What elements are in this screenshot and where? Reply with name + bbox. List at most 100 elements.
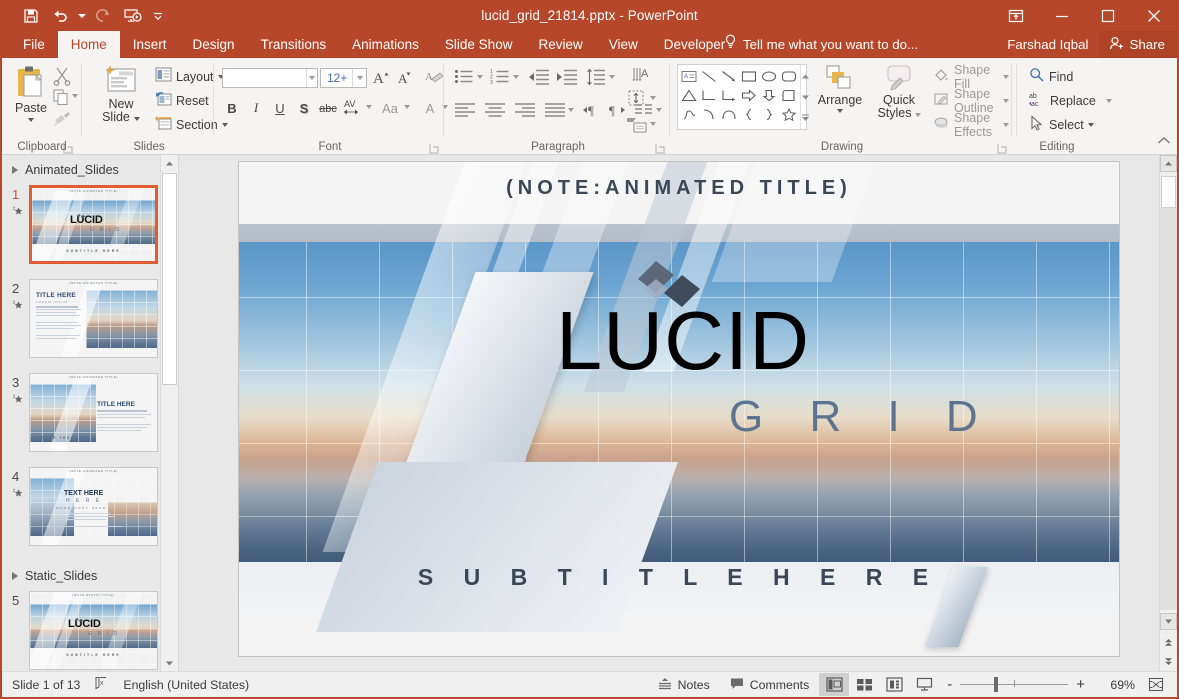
slide-vertical-scrollbar[interactable] <box>1159 155 1177 672</box>
font-name-input[interactable] <box>222 68 318 88</box>
shape-textbox-icon[interactable]: A <box>679 67 699 86</box>
strikethrough-button[interactable]: abc <box>316 99 340 119</box>
rtl-text-direction-button[interactable]: ¶ <box>608 102 628 123</box>
shape-arc-icon[interactable] <box>699 105 719 124</box>
shapes-gallery-scrollbar[interactable] <box>800 65 810 129</box>
italic-button[interactable]: I <box>246 98 266 118</box>
zoom-slider-handle[interactable] <box>994 677 999 692</box>
slide-thumbnail[interactable]: (NOTE:ANIMATED TITLE) TITLE HERE LOREM I… <box>29 279 158 358</box>
paste-button[interactable]: Paste <box>8 64 54 122</box>
arrange-button[interactable]: Arrange <box>812 64 868 113</box>
slide-thumbnail[interactable]: (NOTE:ANIMATED TITLE) LUCID G R I D SUBT… <box>29 185 158 264</box>
slide-canvas[interactable]: (NOTE:ANIMATED TITLE) LUCID G R I D S U … <box>238 161 1120 657</box>
justify-button[interactable] <box>544 102 566 123</box>
section-header-static[interactable]: Static_Slides <box>2 555 178 587</box>
shape-arrow-icon[interactable] <box>719 67 739 86</box>
bullets-dropdown-icon[interactable] <box>477 75 483 79</box>
gallery-scroll-up-icon[interactable] <box>801 67 810 85</box>
shape-scribble-icon[interactable] <box>679 105 699 124</box>
shape-fill-dropdown-icon[interactable] <box>1003 75 1009 79</box>
align-text-button[interactable] <box>626 88 648 113</box>
slide-note-title[interactable]: (NOTE:ANIMATED TITLE) <box>239 177 1119 200</box>
slide-thumbnail[interactable]: (NOTE:STATIC TITLE) LUCID G R I D SUBTIT… <box>29 591 158 670</box>
convert-to-smartart-dropdown-icon[interactable] <box>650 122 656 126</box>
numbering-dropdown-icon[interactable] <box>513 75 519 79</box>
shape-right-brace-icon[interactable] <box>759 105 779 124</box>
tab-insert[interactable]: Insert <box>120 31 180 58</box>
numbering-button[interactable]: 123 <box>490 68 510 91</box>
shape-outline-button[interactable]: Shape Outline <box>930 87 1012 115</box>
font-name-dropdown-icon[interactable] <box>306 69 317 87</box>
section-collapse-icon[interactable] <box>12 166 18 174</box>
tab-animations[interactable]: Animations <box>339 31 432 58</box>
thumbnail-scrollbar-thumb[interactable] <box>162 173 177 385</box>
align-right-button[interactable] <box>514 102 536 123</box>
brand-title[interactable]: LUCID <box>556 299 810 382</box>
tab-home[interactable]: Home <box>57 31 120 58</box>
align-text-dropdown-icon[interactable] <box>650 96 656 100</box>
font-dialog-launcher[interactable] <box>429 141 440 154</box>
font-name-field[interactable] <box>223 70 306 86</box>
thumbnail-item[interactable]: 1 (NOTE:ANIMATED TITLE) LUCID G R I D SU… <box>2 185 178 273</box>
shape-rounded-rectangle-icon[interactable] <box>779 67 799 86</box>
shape-elbow-connector-icon[interactable] <box>699 86 719 105</box>
shape-flowchart-icon[interactable] <box>779 86 799 105</box>
shape-left-brace-icon[interactable] <box>739 105 759 124</box>
character-spacing-button[interactable]: AV <box>342 97 364 122</box>
bullets-button[interactable] <box>454 68 474 91</box>
underline-button[interactable]: U <box>270 98 290 118</box>
slide-thumbnail[interactable]: (NOTE:ANIMATED TITLE) TITLE HERE OTHER T… <box>29 373 158 452</box>
clipboard-dialog-launcher[interactable] <box>63 141 74 154</box>
ribbon-display-options-icon[interactable] <box>993 0 1039 31</box>
shape-line-icon[interactable] <box>699 67 719 86</box>
tab-review[interactable]: Review <box>525 31 595 58</box>
character-spacing-dropdown-icon[interactable] <box>366 105 372 109</box>
shape-right-arrow-icon[interactable] <box>739 86 759 105</box>
normal-view-button[interactable] <box>819 673 850 696</box>
slide-thumbnail[interactable]: (NOTE:ANIMATED TITLE) TEXT HERE H E R E … <box>29 467 158 546</box>
tab-file[interactable]: File <box>10 31 58 58</box>
tab-slide-show[interactable]: Slide Show <box>432 31 526 58</box>
shape-oval-icon[interactable] <box>759 67 779 86</box>
reset-button[interactable]: Reset <box>152 90 212 112</box>
decrease-indent-button[interactable] <box>528 68 550 91</box>
line-spacing-dropdown-icon[interactable] <box>609 75 615 79</box>
arrange-dropdown-icon[interactable] <box>837 109 843 113</box>
comments-button[interactable]: Comments <box>720 672 819 697</box>
shape-effects-dropdown-icon[interactable] <box>1003 123 1009 127</box>
select-dropdown-icon[interactable] <box>1087 123 1094 127</box>
thumbnail-pane-scrollbar[interactable] <box>160 155 178 672</box>
thumbnail-scroll-up-button[interactable] <box>161 155 178 172</box>
tab-view[interactable]: View <box>596 31 651 58</box>
font-size-input[interactable]: 12+ <box>320 68 367 88</box>
quick-styles-dropdown-icon[interactable] <box>914 113 921 117</box>
language-indicator[interactable]: English (United States) <box>123 678 249 692</box>
change-case-button[interactable]: Aa <box>378 98 402 118</box>
tab-transitions[interactable]: Transitions <box>248 31 340 58</box>
slide-subtitle[interactable]: S U B T I T L E H E R E <box>239 564 1119 591</box>
minimize-icon[interactable] <box>1039 0 1085 31</box>
decrease-font-size-button[interactable]: A <box>396 67 416 92</box>
slide-counter[interactable]: Slide 1 of 13 <box>12 678 80 692</box>
reading-view-button[interactable] <box>879 673 909 696</box>
center-button[interactable] <box>484 102 506 123</box>
increase-indent-button[interactable] <box>556 68 578 91</box>
text-direction-button[interactable]: A <box>632 66 654 89</box>
thumbnail-item[interactable]: 2 (NOTE:ANIMATED TITLE) TITLE HERE LOREM… <box>2 279 178 367</box>
zoom-slider[interactable] <box>960 672 1069 697</box>
line-spacing-button[interactable] <box>586 68 606 91</box>
columns-dropdown-icon[interactable] <box>656 108 662 112</box>
brand-subtitle[interactable]: G R I D <box>729 395 995 439</box>
next-slide-button[interactable] <box>1160 653 1177 670</box>
clear-formatting-button[interactable]: A <box>424 67 444 92</box>
shape-rectangle-icon[interactable] <box>739 67 759 86</box>
tab-design[interactable]: Design <box>180 31 248 58</box>
maximize-icon[interactable] <box>1085 0 1131 31</box>
gallery-scroll-down-icon[interactable] <box>801 88 810 106</box>
tell-me-box[interactable]: Tell me what you want to do... <box>724 31 918 58</box>
collapse-ribbon-button[interactable] <box>1157 134 1171 152</box>
share-button[interactable]: Share <box>1098 31 1177 58</box>
notes-button[interactable]: Notes <box>648 672 720 697</box>
zoom-percentage[interactable]: 69% <box>1093 678 1141 692</box>
find-button[interactable]: Find <box>1026 66 1076 88</box>
